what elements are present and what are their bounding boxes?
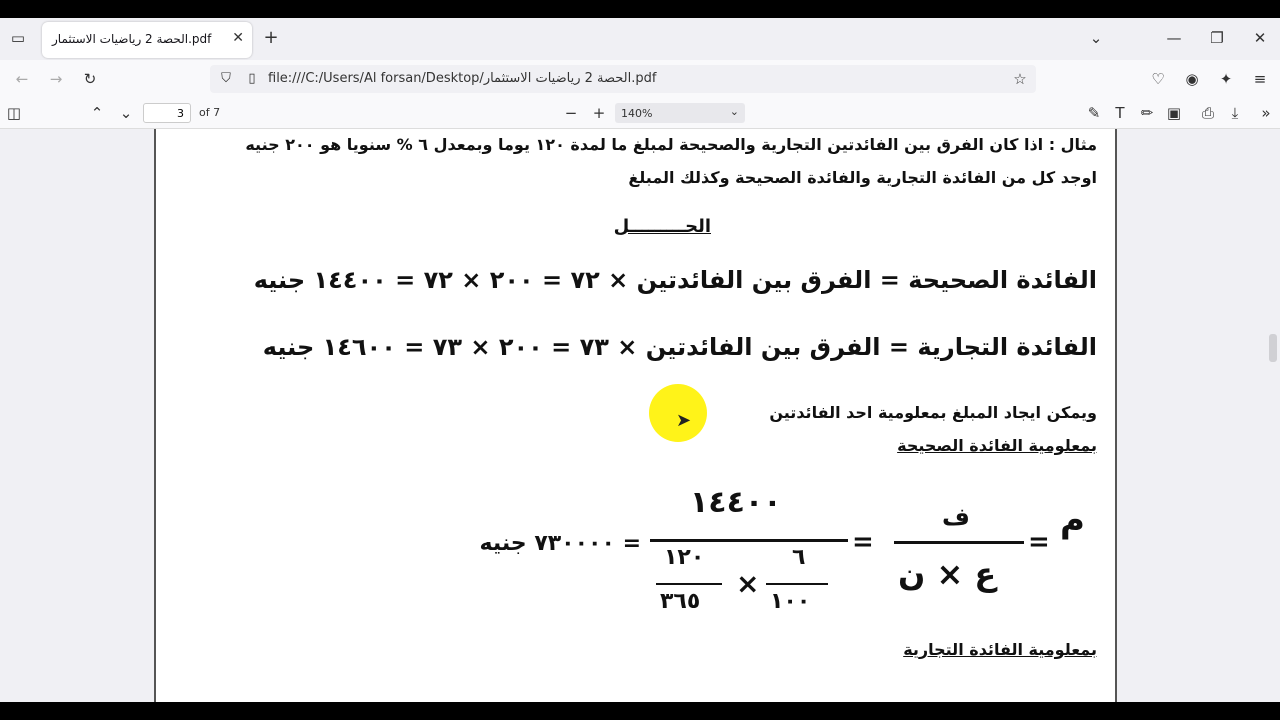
navigation-bar: ← → ↻ ⛉ ▯ file:///C:/Users/Al forsan/Des… bbox=[0, 60, 1280, 98]
zoom-chevron-icon: ⌄ bbox=[729, 105, 739, 118]
tab-bar: ▭ الحصة 2 رياضيات الاستثمار.pdf ✕ + ⌄ — … bbox=[0, 18, 1280, 60]
equation-true-interest: الفائدة الصحيحة = الفرق بين الفائدتين × … bbox=[253, 266, 1097, 294]
calc-rate-line bbox=[766, 583, 828, 585]
zoom-out-icon[interactable]: − bbox=[561, 103, 581, 123]
zoom-select[interactable]: 140% ⌄ bbox=[615, 103, 745, 123]
pdf-toolbar: ◫ ⌃ ⌄ 3 of 7 − + 140% ⌄ ✎ T ✏ ▣ ⎙ ⤓ » bbox=[0, 98, 1280, 129]
reload-icon[interactable]: ↻ bbox=[80, 69, 100, 89]
calc-time-denominator: ٣٦٥ bbox=[660, 589, 701, 614]
problem-line-1: مثال : اذا كان الفرق بين الفائدتين التجا… bbox=[245, 135, 1097, 154]
draw-icon[interactable]: ✏ bbox=[1137, 103, 1157, 123]
account-icon[interactable]: ◉ bbox=[1182, 69, 1202, 89]
menu-icon[interactable]: ≡ bbox=[1250, 69, 1270, 89]
calc-rate-denominator: ١٠٠ bbox=[770, 589, 811, 614]
close-window-icon[interactable]: ✕ bbox=[1250, 28, 1270, 48]
problem-line-2: اوجد كل من الفائدة التجارية والفائدة الص… bbox=[628, 168, 1097, 187]
multiply-sign: × bbox=[736, 567, 760, 600]
url-text[interactable]: file:///C:/Users/Al forsan/Desktop/الحصة… bbox=[268, 71, 656, 86]
zoom-value: 140% bbox=[621, 107, 653, 120]
calc-rate-numerator: ٦ bbox=[792, 545, 806, 570]
image-icon[interactable]: ▣ bbox=[1164, 103, 1184, 123]
tab-active[interactable]: الحصة 2 رياضيات الاستثمار.pdf ✕ bbox=[42, 22, 252, 58]
formula-lhs: م bbox=[1060, 500, 1085, 540]
save-icon[interactable]: ⤓ bbox=[1225, 103, 1245, 123]
formula-fraction-line bbox=[894, 541, 1024, 544]
next-page-icon[interactable]: ⌄ bbox=[116, 103, 136, 123]
shield-icon[interactable]: ⛉ bbox=[216, 69, 236, 89]
page-count-label: of 7 bbox=[199, 106, 221, 119]
bookmark-star-icon[interactable]: ☆ bbox=[1010, 69, 1030, 89]
vertical-scrollbar[interactable] bbox=[1266, 129, 1280, 702]
tab-list-icon[interactable]: ▭ bbox=[8, 28, 28, 48]
calc-fraction-line bbox=[650, 539, 848, 542]
formula-equals-2: = bbox=[852, 527, 874, 557]
previous-page-icon[interactable]: ⌃ bbox=[87, 103, 107, 123]
solution-heading: الحـــــــــل bbox=[613, 216, 711, 237]
file-icon: ▯ bbox=[248, 71, 256, 86]
screen-bottom-border bbox=[0, 702, 1280, 720]
mouse-pointer-icon: ➤ bbox=[676, 410, 692, 431]
highlight-icon[interactable]: ✎ bbox=[1084, 103, 1104, 123]
subheading-commercial-interest: بمعلومية الفائدة التجارية bbox=[903, 640, 1097, 659]
back-icon[interactable]: ← bbox=[12, 69, 32, 89]
forward-icon[interactable]: → bbox=[46, 69, 66, 89]
calc-numerator: ١٤٤٠٠ bbox=[690, 485, 782, 520]
pdf-viewer[interactable]: مثال : اذا كان الفرق بين الفائدتين التجا… bbox=[0, 129, 1266, 702]
page-number-input[interactable]: 3 bbox=[143, 103, 191, 123]
address-bar[interactable]: ⛉ ▯ file:///C:/Users/Al forsan/Desktop/ا… bbox=[210, 65, 1036, 93]
subheading-true-interest: بمعلومية الفائدة الصحيحة bbox=[897, 436, 1097, 455]
scrollbar-thumb[interactable] bbox=[1269, 334, 1277, 362]
formula-denominator: ع × ن bbox=[898, 555, 997, 593]
calc-time-line bbox=[656, 583, 722, 585]
pocket-icon[interactable]: ♡ bbox=[1148, 69, 1168, 89]
formula-numerator: ف bbox=[942, 503, 970, 531]
screen-top-border bbox=[0, 0, 1280, 18]
formula-equals: = bbox=[1028, 527, 1050, 557]
more-tools-icon[interactable]: » bbox=[1256, 103, 1276, 123]
calc-time-numerator: ١٢٠ bbox=[664, 545, 705, 570]
print-icon[interactable]: ⎙ bbox=[1198, 103, 1218, 123]
text-tool-icon[interactable]: T bbox=[1110, 103, 1130, 123]
calc-result: = ٧٣٠٠٠٠ جنيه bbox=[479, 531, 642, 556]
new-tab-icon[interactable]: + bbox=[260, 28, 282, 48]
sidebar-toggle-icon[interactable]: ◫ bbox=[4, 103, 24, 123]
equation-commercial-interest: الفائدة التجارية = الفرق بين الفائدتين ×… bbox=[262, 333, 1097, 361]
restore-icon[interactable]: ❐ bbox=[1207, 28, 1227, 48]
chevron-down-icon[interactable]: ⌄ bbox=[1086, 28, 1106, 48]
tab-title: الحصة 2 رياضيات الاستثمار.pdf bbox=[52, 32, 212, 46]
note-find-amount: ويمكن ايجاد المبلغ بمعلومية احد الفائدتي… bbox=[769, 403, 1097, 422]
pdf-page: مثال : اذا كان الفرق بين الفائدتين التجا… bbox=[154, 129, 1117, 702]
minimize-icon[interactable]: — bbox=[1164, 28, 1184, 48]
extensions-icon[interactable]: ✦ bbox=[1216, 69, 1236, 89]
zoom-in-icon[interactable]: + bbox=[589, 103, 609, 123]
close-tab-icon[interactable]: ✕ bbox=[232, 30, 244, 46]
